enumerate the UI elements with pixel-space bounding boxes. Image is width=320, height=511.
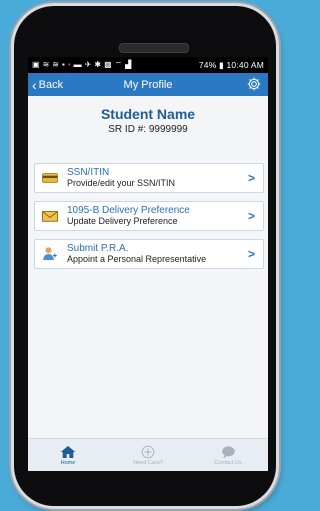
notification-icon: ▪ [67, 60, 71, 69]
chevron-right-icon: > [247, 247, 255, 261]
tab-need-care[interactable]: Need Care? [108, 439, 188, 471]
wifi-icon: ⌔ [114, 60, 123, 69]
bluetooth-icon: ✱ [94, 60, 102, 69]
phone-speaker [119, 43, 189, 53]
option-submit-pra[interactable]: Submit P.R.A. Appoint a Personal Represe… [34, 239, 264, 269]
option-title: SSN/ITIN [67, 167, 110, 179]
person-icon [43, 247, 57, 260]
tab-label: Home [60, 459, 76, 466]
notification-icon: ▣ [32, 60, 40, 69]
notification-icon: ▪ [61, 60, 65, 69]
chevron-left-icon: ‹ [32, 76, 37, 93]
tab-bar: Home Need Care? Contact Us [28, 438, 268, 471]
home-icon [60, 445, 76, 458]
status-bar: ▣ ≋ ≋ ▪ ▪ ▬ ✈ ✱ ▩ ⌔ ▟ 74% ▮ 10:40 AM [28, 57, 268, 73]
option-subtitle: Provide/edit your SSN/ITIN [67, 177, 176, 188]
chat-icon [221, 445, 235, 458]
plus-circle-icon [141, 445, 155, 458]
gear-icon[interactable] [246, 76, 262, 92]
back-label: Back [38, 78, 64, 91]
chevron-right-icon: > [247, 171, 255, 185]
page-title: My Profile [123, 78, 173, 91]
nfc-icon: ▩ [104, 60, 112, 69]
notification-icons: ▣ ≋ ≋ ▪ ▪ ▬ ✈ ✱ ▩ ⌔ ▟ [32, 60, 131, 70]
sr-id: SR ID #: 9999999 [108, 124, 188, 135]
notification-icon: ✈ [84, 60, 92, 69]
option-1095b-delivery[interactable]: 1095-B Delivery Preference Update Delive… [34, 201, 264, 231]
profile-header: Student Name SR ID #: 9999999 [28, 96, 268, 135]
app-screen: ▣ ≋ ≋ ▪ ▪ ▬ ✈ ✱ ▩ ⌔ ▟ 74% ▮ 10:40 AM ‹ B… [28, 57, 268, 471]
battery-percent: 74% [198, 59, 217, 70]
tab-label: Contact Us [214, 459, 242, 466]
envelope-icon [42, 211, 58, 222]
nav-bar: ‹ Back My Profile [28, 73, 268, 96]
option-title: 1095-B Delivery Preference [67, 205, 190, 217]
status-right: 74% ▮ 10:40 AM [199, 60, 264, 71]
option-subtitle: Appoint a Personal Representative [67, 253, 207, 264]
student-name: Student Name [100, 106, 196, 122]
notification-icon: ≋ [42, 60, 50, 69]
option-title: Submit P.R.A. [67, 243, 129, 255]
tab-label: Need Care? [133, 459, 163, 466]
signal-icon: ▟ [125, 60, 132, 69]
option-subtitle: Update Delivery Preference [67, 215, 178, 226]
back-button[interactable]: ‹ Back [32, 78, 63, 92]
tab-home[interactable]: Home [28, 439, 108, 471]
notification-icon: ≋ [52, 60, 59, 69]
battery-icon: ▮ [219, 59, 224, 70]
tab-contact-us[interactable]: Contact Us [188, 439, 268, 471]
notification-icon: ▬ [73, 60, 82, 69]
option-ssn-itin[interactable]: SSN/ITIN Provide/edit your SSN/ITIN > [34, 163, 264, 193]
chevron-right-icon: > [247, 209, 255, 223]
clock-time: 10:40 AM [226, 59, 264, 70]
id-card-icon [42, 173, 58, 183]
